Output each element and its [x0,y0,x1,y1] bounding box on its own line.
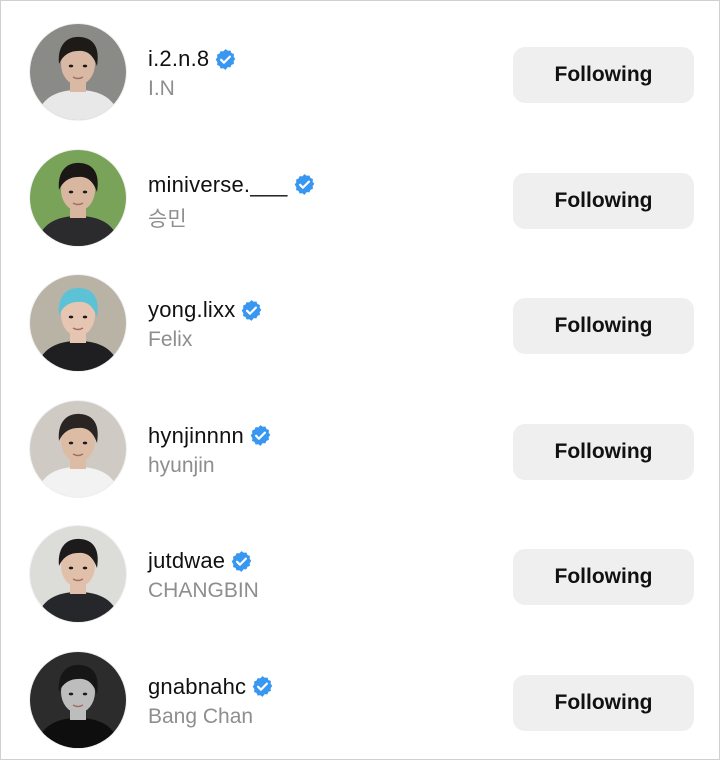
following-button[interactable]: Following [513,298,694,354]
user-row[interactable]: yong.lixx Felix Following [1,275,719,401]
user-names: hynjinnnn hyunjin [148,421,272,478]
user-names: yong.lixx Felix [148,295,263,352]
username[interactable]: gnabnahc [148,674,246,700]
following-list-screen: i.2.n.8 I.N Following miniverse.___ 승민 F… [0,0,720,760]
user-row[interactable]: miniverse.___ 승민 Following [1,149,719,276]
avatar-image [30,651,126,748]
username[interactable]: i.2.n.8 [148,46,209,72]
username[interactable]: yong.lixx [148,297,235,323]
avatar[interactable] [30,149,126,246]
following-button[interactable]: Following [513,674,694,731]
username-line: gnabnahc [148,672,274,702]
user-row[interactable]: i.2.n.8 I.N Following [1,24,719,150]
username-line: miniverse.___ [148,170,316,200]
verified-badge-icon [240,299,263,322]
full-name: 승민 [148,207,187,231]
avatar[interactable] [30,400,126,497]
user-row[interactable]: gnabnahc Bang Chan Following [1,651,719,760]
user-row[interactable]: hynjinnnn hyunjin Following [1,400,719,527]
username[interactable]: hynjinnnn [148,423,244,449]
full-name: hyunjin [148,453,215,477]
avatar-image [30,400,126,497]
avatar[interactable] [30,651,126,748]
verified-badge-icon [214,48,237,71]
verified-badge-icon [293,173,316,196]
verified-badge-icon [230,550,253,573]
avatar-image [30,149,126,246]
avatar-image [30,526,126,622]
username[interactable]: jutdwae [148,548,225,574]
username-line: hynjinnnn [148,421,272,451]
full-name: CHANGBIN [148,579,259,602]
avatar-image [30,24,126,120]
following-button[interactable]: Following [513,47,694,103]
user-names: gnabnahc Bang Chan [148,672,274,729]
following-button[interactable]: Following [513,172,694,229]
avatar[interactable] [30,275,126,371]
verified-badge-icon [249,424,272,447]
username-line: yong.lixx [148,295,263,325]
full-name: Bang Chan [148,704,254,728]
following-list: i.2.n.8 I.N Following miniverse.___ 승민 F… [1,24,719,760]
avatar[interactable] [30,24,126,120]
full-name: I.N [148,77,175,100]
following-button[interactable]: Following [513,423,694,480]
verified-badge-icon [251,675,274,698]
full-name: Felix [148,328,193,351]
username-line: jutdwae [148,546,259,576]
avatar[interactable] [30,526,126,622]
username[interactable]: miniverse.___ [148,172,288,198]
username-line: i.2.n.8 [148,44,237,74]
user-row[interactable]: jutdwae CHANGBIN Following [1,526,719,652]
user-names: i.2.n.8 I.N [148,44,237,101]
avatar-image [30,275,126,371]
following-button[interactable]: Following [513,549,694,605]
user-names: jutdwae CHANGBIN [148,546,259,603]
user-names: miniverse.___ 승민 [148,170,316,233]
